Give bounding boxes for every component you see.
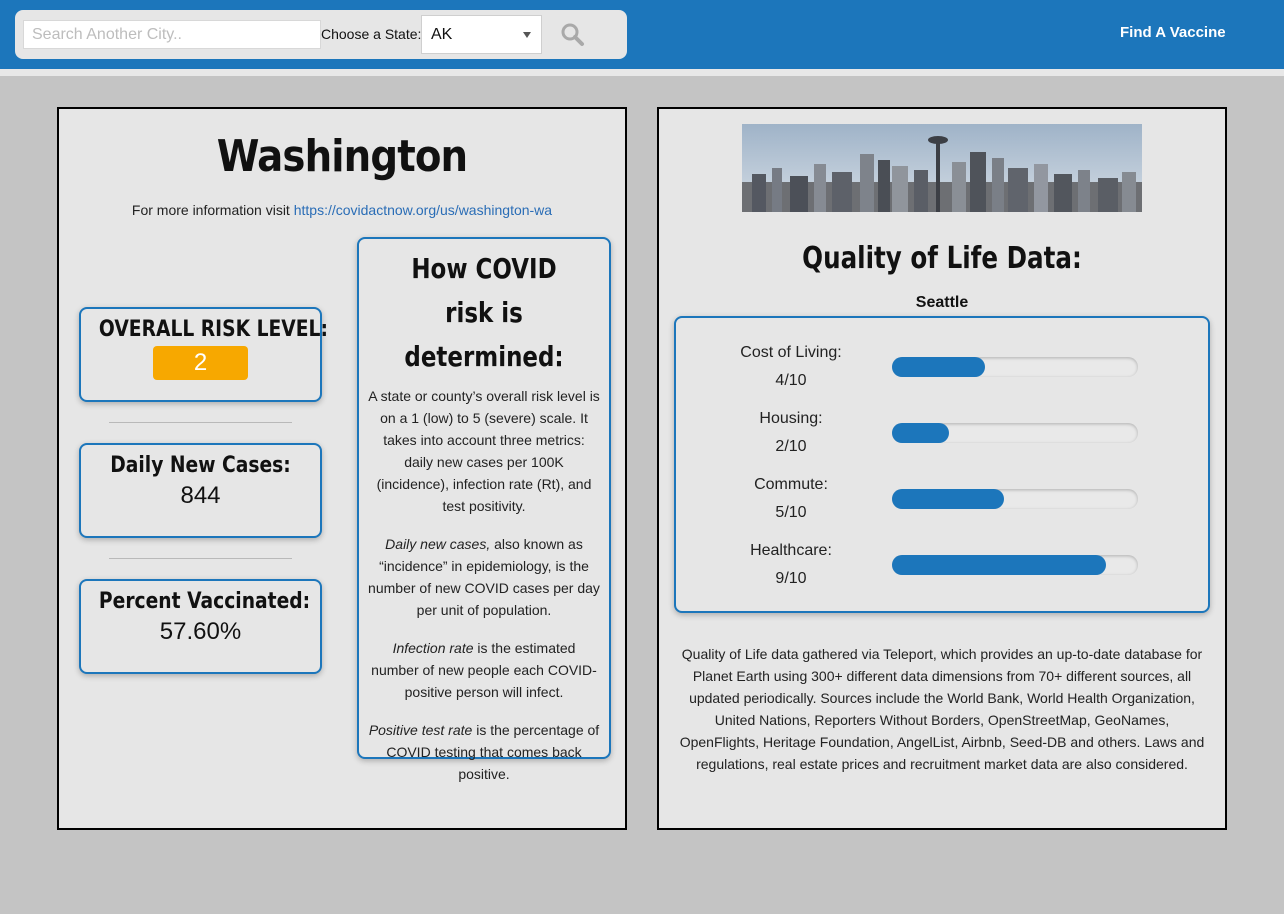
metric-score: 9/10: [775, 570, 807, 587]
state-select[interactable]: AK: [421, 15, 542, 54]
daily-cases-definition: Daily new cases, also known as “incidenc…: [367, 533, 601, 621]
percent-vaccinated-card: Percent Vaccinated: 57.60%: [79, 579, 322, 674]
risk-level-badge: 2: [153, 346, 248, 380]
metric-healthcare: Healthcare: 9/10: [676, 542, 1208, 602]
metric-label: Cost of Living:: [740, 344, 842, 361]
metric-label: Housing:: [759, 410, 823, 427]
metric-progress-bar: [892, 357, 1138, 377]
daily-cases-card: Daily New Cases: 844: [79, 443, 322, 538]
search-icon: [561, 23, 584, 46]
risk-explanation-paragraph: A state or county’s overall risk level i…: [368, 388, 600, 514]
term: Infection rate: [392, 640, 474, 656]
covid-info-panel: Washington For more information visit ht…: [57, 107, 627, 830]
term: Positive test rate: [368, 722, 473, 738]
metric-progress-bar: [892, 489, 1138, 509]
percent-vaccinated-label: Percent Vaccinated:: [98, 589, 311, 614]
metric-commute: Commute: 5/10: [676, 476, 1208, 536]
daily-cases-value: 844: [180, 482, 221, 509]
find-vaccine-link[interactable]: Find A Vaccine: [1120, 24, 1226, 41]
quality-of-life-panel: Quality of Life Data: Seattle Cost of Li…: [657, 107, 1227, 830]
more-info-text: For more information visit https://covid…: [59, 202, 625, 218]
header-divider: [0, 69, 1284, 76]
quality-of-life-source-note: Quality of Life data gathered via Telepo…: [679, 646, 1205, 772]
state-select-label: Choose a State:: [321, 26, 422, 42]
divider: [109, 558, 292, 559]
metric-cost-of-living: Cost of Living: 4/10: [676, 344, 1208, 404]
risk-level-card: OVERALL RISK LEVEL: 2: [79, 307, 328, 402]
city-search-input[interactable]: [23, 20, 321, 49]
metric-score: 4/10: [775, 372, 807, 389]
risk-explanation-title: How COVID risk is determined:: [404, 252, 564, 373]
quality-of-life-title: Quality of Life Data:: [802, 241, 1082, 276]
metric-progress-fill: [892, 423, 949, 443]
metric-label: Healthcare:: [750, 542, 832, 559]
metric-label: Commute:: [754, 476, 828, 493]
risk-explanation-card: How COVID risk is determined: A state or…: [357, 237, 611, 782]
metric-housing: Housing: 2/10: [676, 410, 1208, 470]
quality-of-life-metrics-card: Cost of Living: 4/10 Housing: 2/10 Commu…: [674, 316, 1210, 613]
divider: [109, 422, 292, 423]
metric-progress-fill: [892, 357, 986, 377]
quality-of-life-city: Seattle: [915, 294, 969, 311]
percent-vaccinated-value: 57.60%: [159, 618, 242, 645]
positive-rate-definition: Positive test rate is the percentage of …: [367, 719, 601, 785]
page-title: Washington: [216, 131, 468, 182]
term: Daily new cases,: [385, 536, 491, 552]
search-button[interactable]: [559, 21, 587, 49]
chevron-down-icon: [523, 32, 531, 38]
risk-level-label: OVERALL RISK LEVEL:: [98, 317, 328, 342]
top-nav-bar: Choose a State: AK Find A Vaccine: [0, 0, 1284, 69]
infection-rate-definition: Infection rate is the estimated number o…: [367, 637, 601, 703]
metric-progress-bar: [892, 423, 1138, 443]
search-container: Choose a State: AK: [15, 10, 627, 59]
metric-score: 5/10: [775, 504, 807, 521]
metric-score: 2/10: [775, 438, 807, 455]
metric-progress-fill: [892, 489, 1004, 509]
more-info-label: For more information visit: [131, 202, 294, 218]
state-select-value: AK: [431, 26, 453, 43]
metric-progress-fill: [892, 555, 1107, 575]
covidactnow-link[interactable]: https://covidactnow.org/us/washington-wa: [294, 202, 552, 218]
daily-cases-label: Daily New Cases:: [110, 453, 291, 478]
city-skyline-image: [742, 124, 1142, 212]
metric-progress-bar: [892, 555, 1138, 575]
